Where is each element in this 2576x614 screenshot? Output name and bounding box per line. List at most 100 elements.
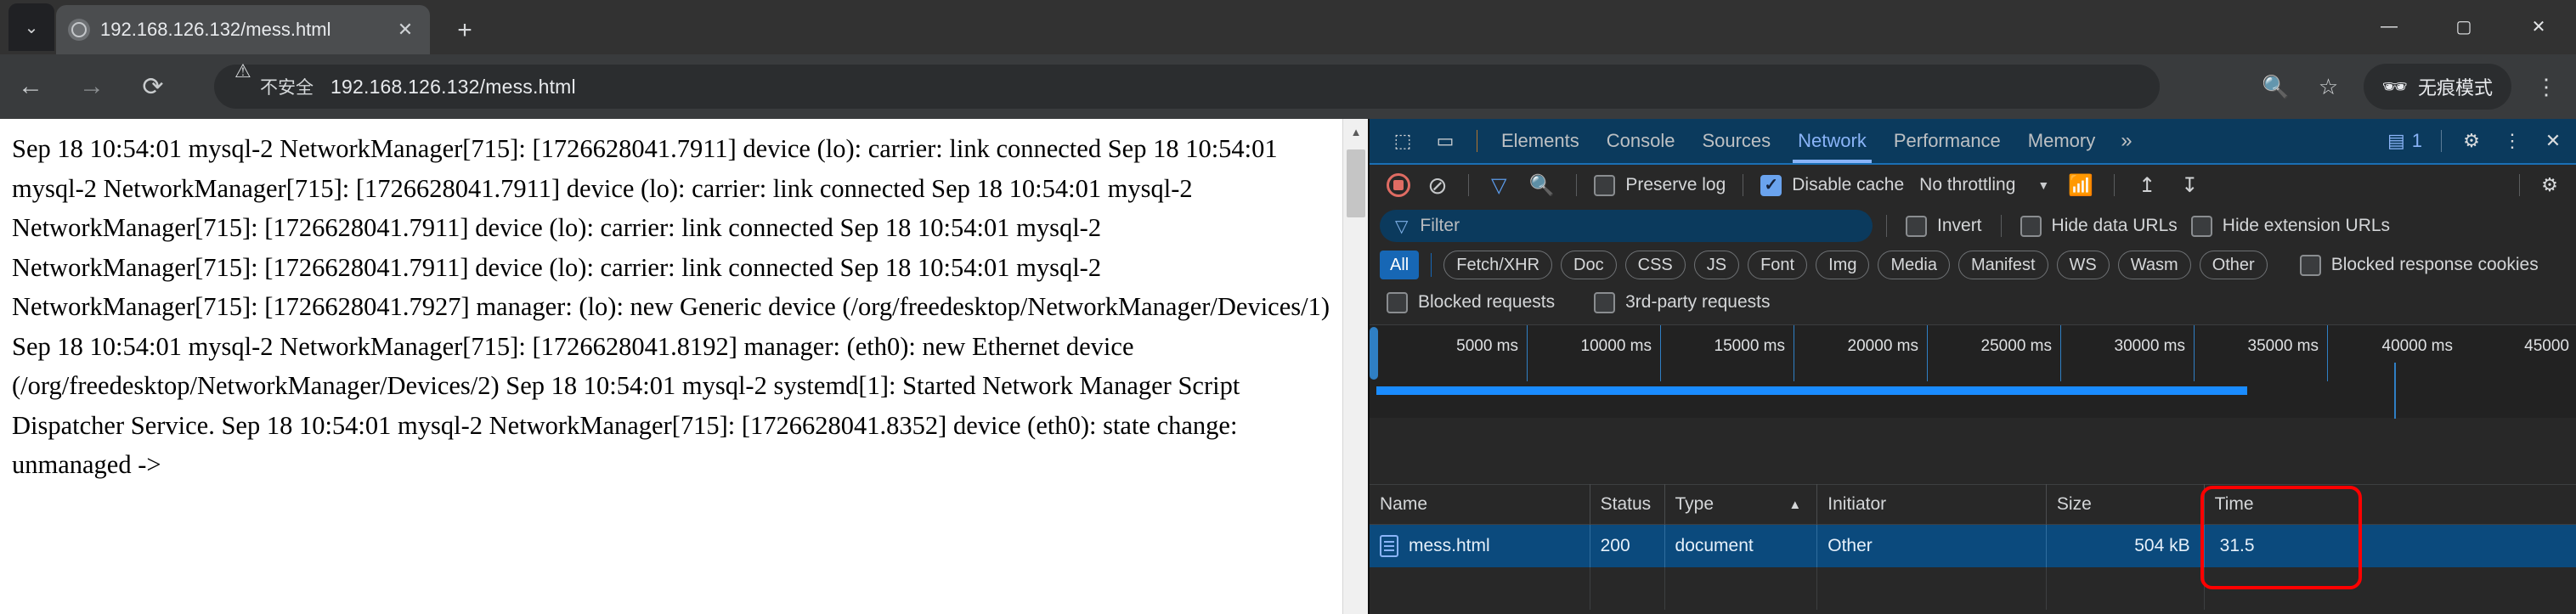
blocked-response-cookies-label: Blocked response cookies <box>2330 255 2539 274</box>
scrollbar-thumb[interactable] <box>1347 149 1365 217</box>
more-tabs-icon[interactable]: » <box>2109 129 2144 153</box>
devtools-panel: ⬚ ▭ Elements Console Sources Network Per… <box>1368 119 2576 614</box>
page-body-text: Sep 18 10:54:01 mysql-2 NetworkManager[7… <box>12 134 1330 479</box>
throttling-dropdown[interactable]: No throttling ▼ <box>1911 175 2058 195</box>
filter-input[interactable]: ▽ Filter <box>1380 210 1873 242</box>
scroll-up-icon[interactable]: ▲ <box>1343 119 1368 144</box>
tab-sources[interactable]: Sources <box>1688 119 1784 163</box>
incognito-indicator[interactable]: 🕶 无痕模式 <box>2363 64 2511 110</box>
blocked-response-cookies-checkbox[interactable]: Blocked response cookies <box>2295 254 2544 276</box>
type-filter-ws[interactable]: WS <box>2056 251 2110 279</box>
filter-placeholder: Filter <box>1420 216 1460 235</box>
network-toolbar-right: ⚙ <box>2509 166 2576 204</box>
cell-time: 31.5 <box>2219 536 2255 555</box>
devtools-kebab-icon[interactable]: ⋮ <box>2493 122 2532 160</box>
type-filter-doc[interactable]: Doc <box>1561 251 1617 279</box>
checkbox-box <box>1594 291 1616 313</box>
type-filter-js[interactable]: JS <box>1693 251 1740 279</box>
browser-menu-icon[interactable]: ⋮ <box>2522 63 2571 110</box>
tab-search-chevron-icon[interactable]: ⌄ <box>8 3 54 51</box>
url-text: 192.168.126.132/mess.html <box>330 75 576 98</box>
new-tab-button[interactable]: + <box>445 12 484 49</box>
browser-tab[interactable]: 192.168.126.132/mess.html ✕ <box>56 5 430 54</box>
warning-triangle-icon <box>234 62 253 95</box>
minimize-icon[interactable]: — <box>2352 0 2426 53</box>
network-conditions-icon[interactable]: 📶 <box>2059 173 2102 198</box>
blocked-requests-checkbox[interactable]: Blocked requests <box>1381 291 1560 313</box>
checkbox-box <box>2020 215 2042 237</box>
filter-toggle-icon[interactable]: ▽ <box>1481 173 1517 198</box>
disable-cache-checkbox[interactable]: Disable cache <box>1755 174 1909 196</box>
column-header-size[interactable]: Size <box>2047 484 2205 525</box>
preserve-log-checkbox[interactable]: Preserve log <box>1589 174 1731 196</box>
window-close-icon[interactable]: ✕ <box>2501 0 2576 53</box>
tab-memory[interactable]: Memory <box>2014 119 2109 163</box>
divider <box>2000 215 2002 237</box>
search-icon[interactable]: 🔍 <box>1518 173 1564 198</box>
hide-data-urls-checkbox[interactable]: Hide data URLs <box>2015 215 2183 237</box>
checkbox-box <box>1594 174 1616 196</box>
forward-icon[interactable]: → <box>61 56 122 117</box>
third-party-requests-checkbox[interactable]: 3rd-party requests <box>1589 291 1775 313</box>
tab-console[interactable]: Console <box>1593 119 1689 163</box>
browser-toolbar: ← → ⟳ 不安全 192.168.126.132/mess.html 🔍 ☆ … <box>0 54 2576 119</box>
network-settings-gear-icon[interactable]: ⚙ <box>2530 166 2569 204</box>
tab-strip: ⌄ 192.168.126.132/mess.html ✕ + — ▢ ✕ <box>0 0 2576 54</box>
column-header-initiator[interactable]: Initiator <box>1817 484 2047 525</box>
divider <box>1468 174 1469 196</box>
invert-checkbox[interactable]: Invert <box>1901 215 1987 237</box>
globe-icon <box>68 19 90 41</box>
close-icon[interactable]: ✕ <box>393 19 418 41</box>
column-header-time[interactable]: Time <box>2205 484 2576 525</box>
timeline-tick: 25000 ms <box>1928 325 2061 381</box>
address-bar[interactable]: 不安全 192.168.126.132/mess.html <box>214 62 2160 109</box>
devtools-close-icon[interactable]: ✕ <box>2534 122 2573 160</box>
cell-type: document <box>1665 525 1818 567</box>
cell-status: 200 <box>1590 525 1665 567</box>
table-empty-row <box>1370 567 2576 610</box>
type-filter-wasm[interactable]: Wasm <box>2117 251 2191 279</box>
column-header-status[interactable]: Status <box>1590 484 1665 525</box>
blocked-requests-label: Blocked requests <box>1418 292 1556 312</box>
console-message-badge[interactable]: ▤ 1 <box>2379 130 2431 152</box>
cell-initiator: Other <box>1817 525 2047 567</box>
clear-icon[interactable]: ⊘ <box>1419 166 1456 204</box>
cell-size: 504 kB <box>2047 525 2205 567</box>
type-filter-css[interactable]: CSS <box>1624 251 1686 279</box>
device-toolbar-icon[interactable]: ▭ <box>1424 122 1466 160</box>
column-header-name[interactable]: Name <box>1370 484 1590 525</box>
security-badge[interactable]: 不安全 <box>231 62 322 103</box>
back-icon[interactable]: ← <box>0 56 61 117</box>
type-filter-all[interactable]: All <box>1380 251 1420 279</box>
maximize-icon[interactable]: ▢ <box>2426 0 2501 53</box>
inspect-element-icon[interactable]: ⬚ <box>1381 122 1424 160</box>
hide-extension-urls-checkbox[interactable]: Hide extension URLs <box>2186 215 2395 237</box>
timeline-tick: 20000 ms <box>1794 325 1928 381</box>
page-scrollbar[interactable]: ▲ <box>1342 119 1368 614</box>
record-button[interactable] <box>1380 166 1417 204</box>
type-filter-img[interactable]: Img <box>1816 251 1870 279</box>
reload-icon[interactable]: ⟳ <box>122 56 184 117</box>
table-row[interactable]: mess.html 200 document Other 504 kB 31.5 <box>1370 525 2576 567</box>
toolbar-actions: 🔍 ☆ 🕶 无痕模式 ⋮ <box>2251 63 2571 110</box>
tab-performance[interactable]: Performance <box>1880 119 2014 163</box>
timeline-tick: 35000 ms <box>2195 325 2328 381</box>
import-har-icon[interactable]: ↥ <box>2127 173 2167 198</box>
bookmark-star-icon[interactable]: ☆ <box>2304 63 2353 110</box>
network-requests-table: Name Status Type ▲ Initiator Size Time m… <box>1370 484 2576 614</box>
column-header-type[interactable]: Type ▲ <box>1665 484 1818 525</box>
type-filter-fetch-xhr[interactable]: Fetch/XHR <box>1443 251 1553 279</box>
zoom-icon[interactable]: 🔍 <box>2251 63 2301 110</box>
tab-elements[interactable]: Elements <box>1488 119 1593 163</box>
type-filter-media[interactable]: Media <box>1878 251 1950 279</box>
gear-icon[interactable]: ⚙ <box>2452 122 2491 160</box>
divider <box>1576 174 1578 196</box>
table-header-row: Name Status Type ▲ Initiator Size Time <box>1370 484 2576 525</box>
type-filter-font[interactable]: Font <box>1748 251 1808 279</box>
export-har-icon[interactable]: ↧ <box>2169 173 2210 198</box>
network-overview-timeline[interactable]: 5000 ms 10000 ms 15000 ms 20000 ms 25000… <box>1370 324 2576 419</box>
tab-network[interactable]: Network <box>1784 119 1880 163</box>
type-filter-manifest[interactable]: Manifest <box>1957 251 2048 279</box>
divider <box>1886 215 1887 237</box>
type-filter-other[interactable]: Other <box>2199 251 2268 279</box>
